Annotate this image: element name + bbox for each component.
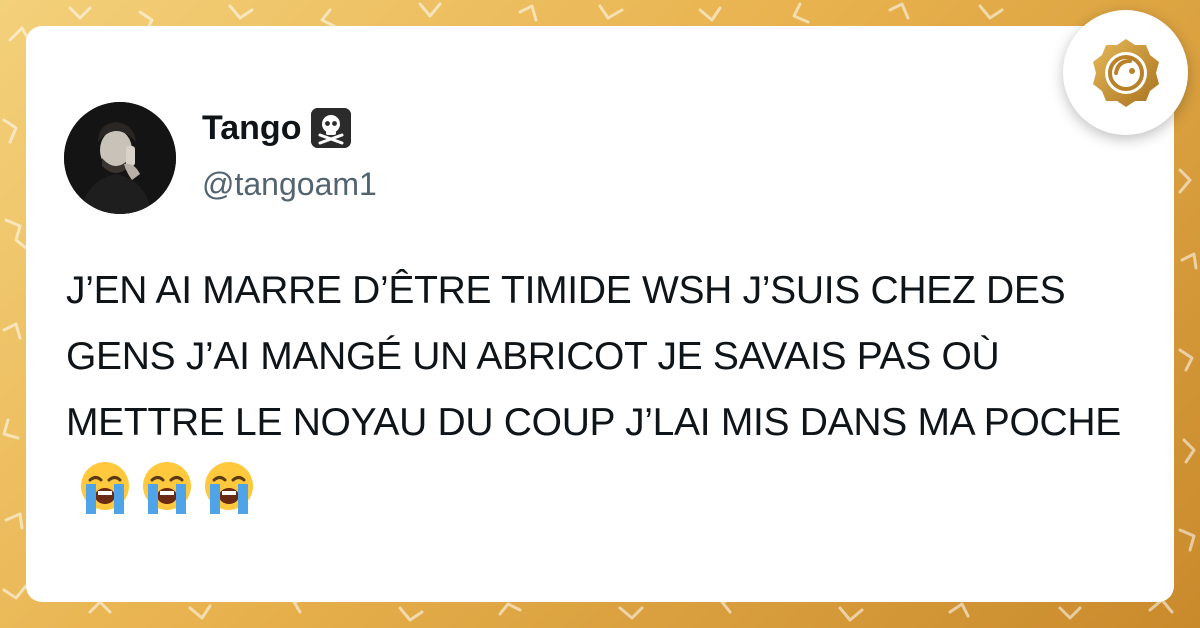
skull-crossbones-icon (311, 108, 352, 148)
crying-emoji-row (76, 458, 258, 516)
user-handle[interactable]: @tangoam1 (202, 166, 377, 203)
loudly-crying-face-icon (76, 458, 134, 516)
loudly-crying-face-icon (200, 458, 258, 516)
avatar[interactable] (64, 102, 176, 214)
golden-seal-logo-icon (1093, 39, 1159, 107)
brand-logo-badge[interactable] (1063, 10, 1188, 135)
tweet-body: J’EN AI MARRE D’ÊTRE TIMIDE WSH J’SUIS C… (66, 269, 1121, 444)
avatar-photo (64, 102, 176, 214)
tweet-text: J’EN AI MARRE D’ÊTRE TIMIDE WSH J’SUIS C… (66, 258, 1146, 522)
display-name-text: Tango (202, 108, 302, 147)
display-name[interactable]: Tango (202, 108, 352, 148)
loudly-crying-face-icon (138, 458, 196, 516)
